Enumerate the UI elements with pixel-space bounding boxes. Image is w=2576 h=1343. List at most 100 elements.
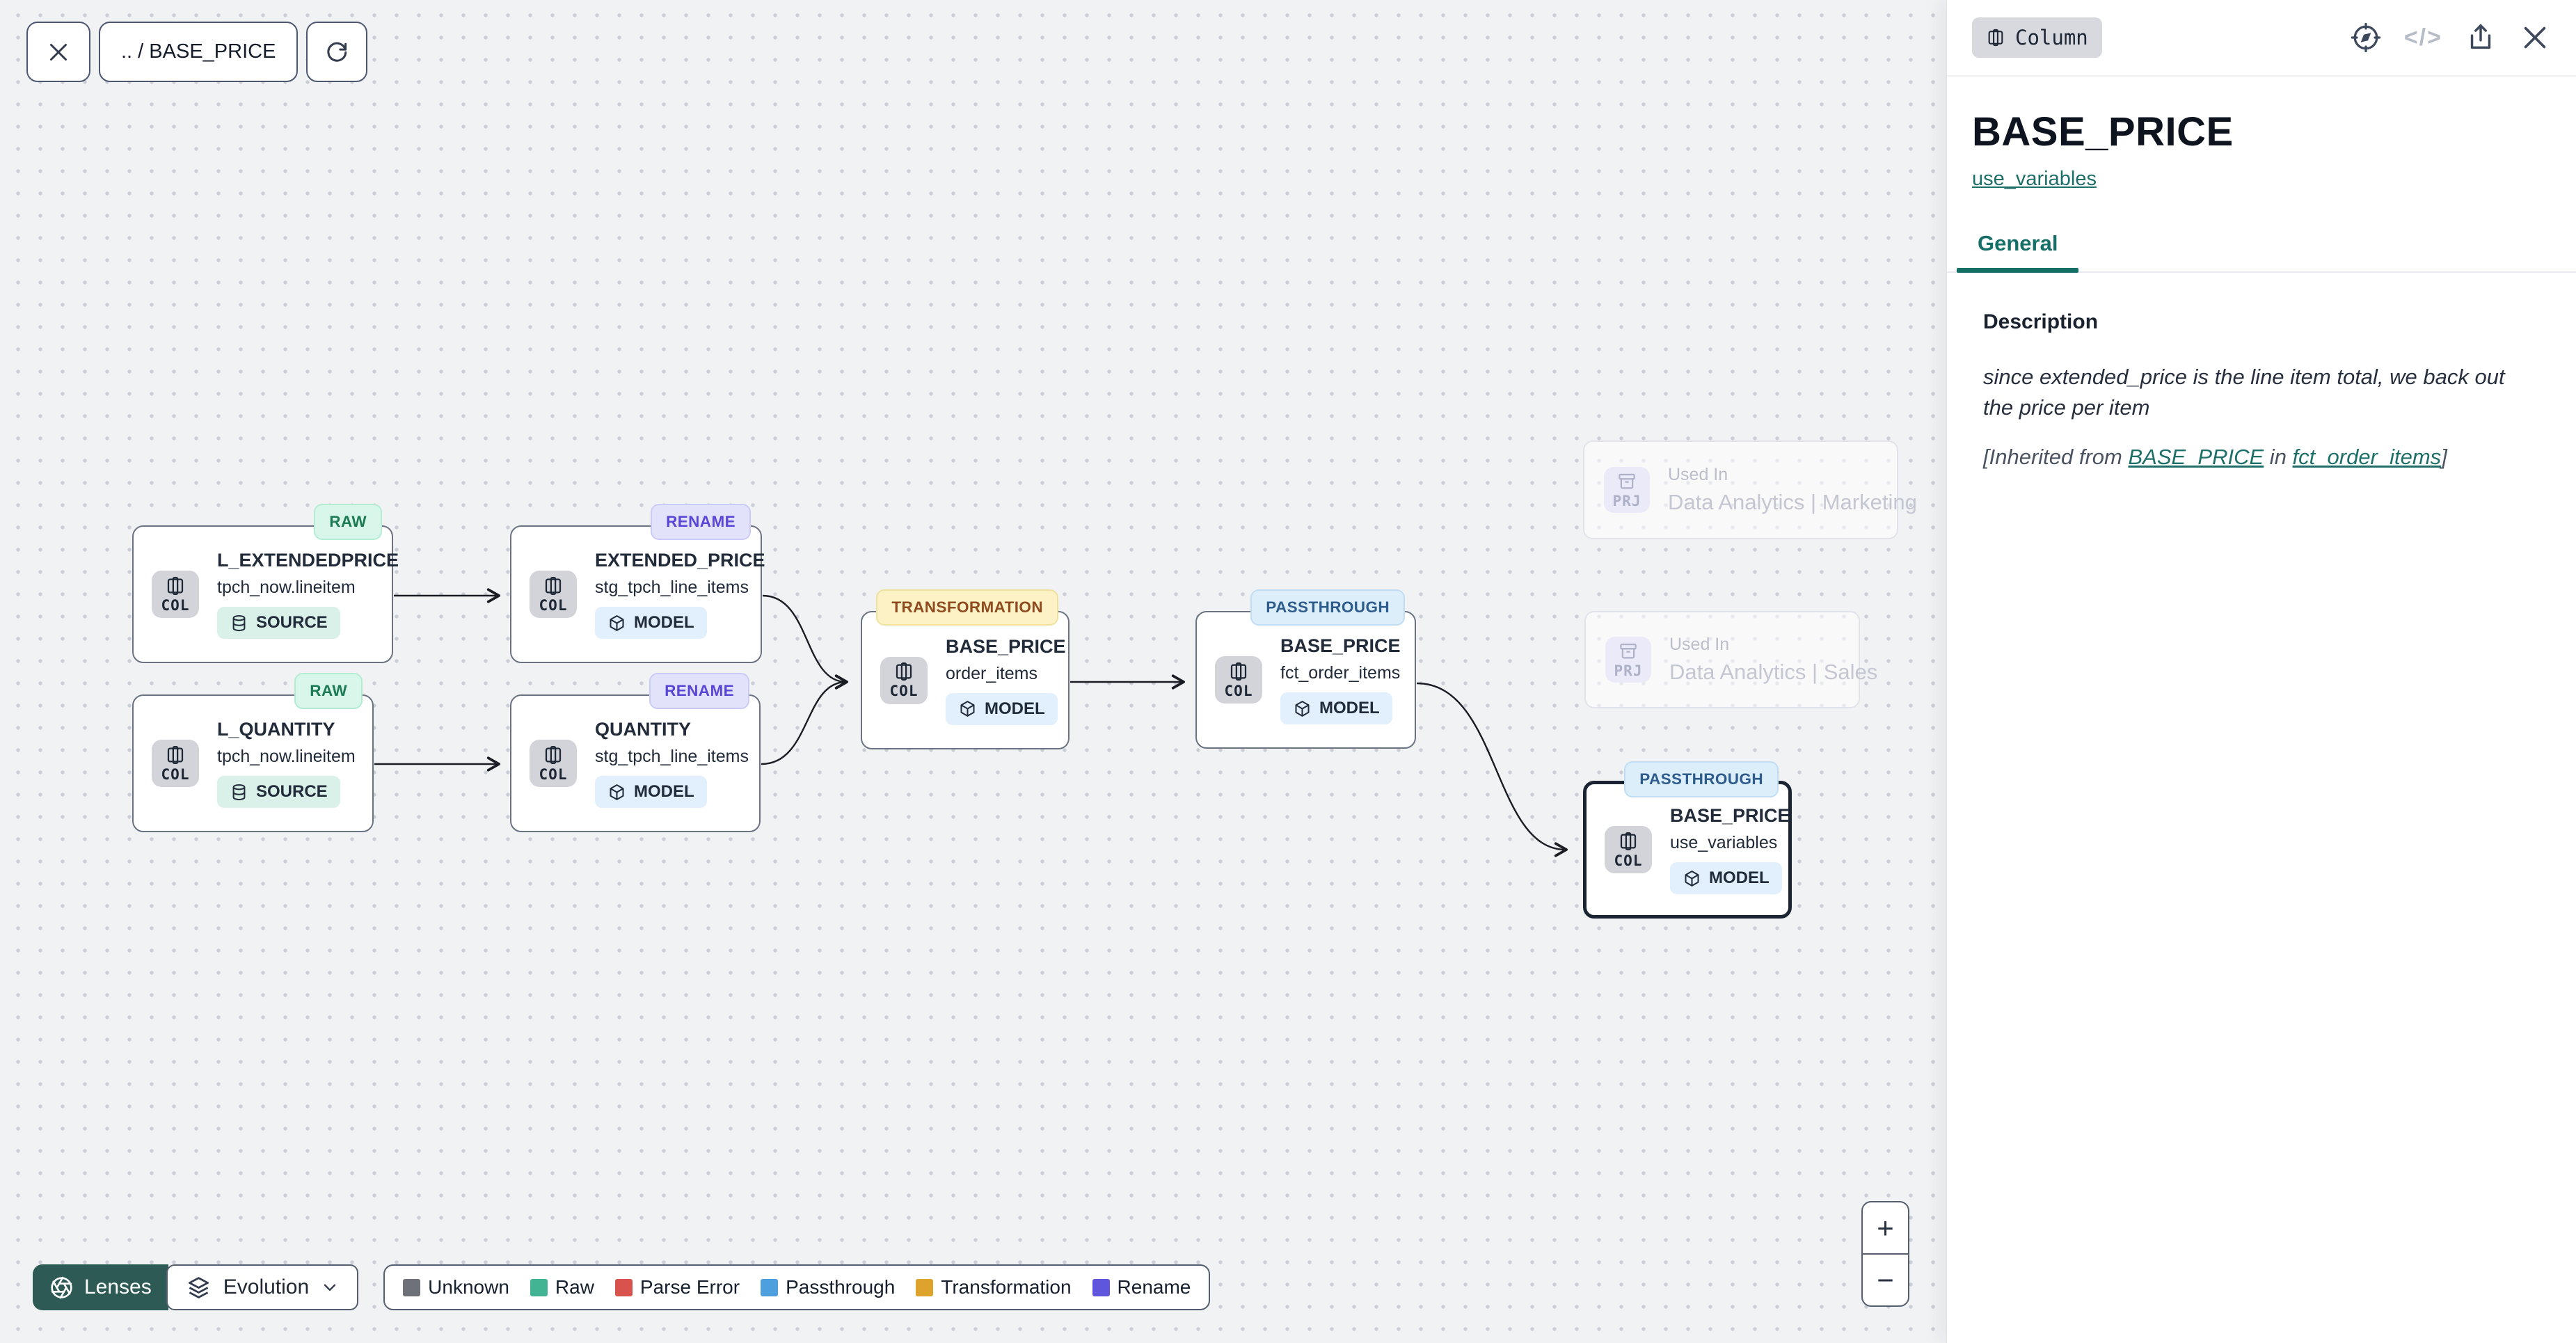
tag-label: MODEL [985, 699, 1045, 719]
explore-lineage-button[interactable] [2350, 22, 2382, 54]
database-icon [230, 783, 248, 802]
cube-icon [607, 783, 626, 802]
node-base-price-use-variables[interactable]: PASSTHROUGH COL BASE_PRICE use_variables… [1583, 781, 1792, 919]
cube-icon [1293, 699, 1312, 718]
node-title: EXTENDED_PRICE [595, 550, 765, 571]
legend-item: Parse Error [615, 1276, 740, 1298]
node-subtitle: order_items [946, 664, 1037, 684]
project-name: Data Analytics | Marketing [1668, 490, 1917, 515]
inherited-note: [Inherited from BASE_PRICE in fct_order_… [1983, 445, 2540, 470]
column-type-chip: COL [152, 740, 199, 787]
evolution-badge: PASSTHROUGH [1624, 761, 1779, 797]
lens-control: Lenses Evolution [33, 1264, 358, 1310]
database-icon [230, 614, 248, 633]
used-in-label: Used In [1668, 465, 1728, 485]
node-l-quantity[interactable]: RAW COL L_QUANTITY tpch_now.lineitem SOU… [132, 694, 374, 832]
column-type-chip: COL [152, 571, 199, 618]
legend-label: Raw [555, 1276, 594, 1298]
node-subtitle: use_variables [1670, 833, 1777, 853]
columns-icon [543, 575, 564, 596]
share-icon [2465, 22, 2497, 54]
legend-swatch [1092, 1279, 1110, 1296]
cube-icon [958, 699, 977, 718]
node-extended-price[interactable]: RENAME COL EXTENDED_PRICE stg_tpch_line_… [510, 525, 762, 663]
type-badge-label: Column [2015, 26, 2088, 49]
node-l-extendedprice[interactable]: RAW COL L_EXTENDEDPRICE tpch_now.lineite… [132, 525, 393, 663]
node-used-in-marketing[interactable]: PRJ Used In Data Analytics | Marketing [1583, 440, 1898, 539]
node-base-price-order-items[interactable]: TRANSFORMATION COL BASE_PRICE order_item… [861, 611, 1070, 749]
columns-icon [165, 745, 186, 765]
breadcrumb[interactable]: .. / BASE_PRICE [99, 22, 298, 82]
columns-icon [543, 745, 564, 765]
column-type-chip: COL [530, 740, 577, 787]
used-in-label: Used In [1669, 635, 1729, 655]
lenses-button[interactable]: Lenses [33, 1264, 168, 1310]
inherited-link-model[interactable]: fct_order_items [2293, 445, 2442, 469]
close-icon [2519, 22, 2551, 54]
details-panel: Column </> BASE_PRICE use_variables Gene… [1946, 0, 2576, 1343]
code-view-button[interactable]: </> [2404, 24, 2442, 51]
node-quantity[interactable]: RENAME COL QUANTITY stg_tpch_line_items … [510, 694, 761, 832]
node-title: L_QUANTITY [217, 719, 335, 740]
archive-icon [1618, 641, 1639, 662]
tag-label: SOURCE [256, 613, 328, 633]
lens-selector-dropdown[interactable]: Evolution [166, 1264, 358, 1310]
source-tag: SOURCE [217, 607, 340, 639]
close-panel-button[interactable] [2519, 22, 2551, 54]
panel-title-block: BASE_PRICE use_variables [1947, 77, 2576, 191]
inherited-middle: in [2264, 445, 2292, 469]
node-subtitle: tpch_now.lineitem [217, 747, 356, 767]
node-used-in-sales[interactable]: PRJ Used In Data Analytics | Sales [1584, 611, 1860, 708]
tag-label: MODEL [1319, 699, 1380, 718]
model-tag: MODEL [1280, 692, 1392, 724]
panel-header: Column </> [1947, 0, 2576, 77]
graph-toolbar: .. / BASE_PRICE [26, 22, 367, 82]
legend-swatch [916, 1279, 933, 1296]
evolution-badge: RAW [294, 673, 363, 709]
model-tag: MODEL [1670, 862, 1782, 894]
node-title: BASE_PRICE [946, 636, 1066, 658]
zoom-control: + − [1861, 1201, 1909, 1307]
model-tag: MODEL [946, 693, 1058, 725]
columns-icon [1618, 831, 1639, 852]
node-title: BASE_PRICE [1280, 635, 1401, 657]
archive-icon [1616, 471, 1637, 492]
zoom-in-button[interactable]: + [1863, 1202, 1908, 1255]
zoom-out-button[interactable]: − [1863, 1255, 1908, 1305]
columns-icon [1986, 28, 2005, 47]
panel-tabs: General [1947, 224, 2576, 273]
model-tag: MODEL [595, 607, 707, 639]
chip-label: COL [539, 597, 568, 614]
columns-icon [165, 575, 186, 596]
aperture-icon [49, 1276, 74, 1300]
chip-label: COL [890, 683, 919, 699]
close-lineage-button[interactable] [26, 22, 90, 82]
evolution-badge: RAW [314, 504, 382, 540]
legend-label: Transformation [941, 1276, 1071, 1298]
legend-item: Unknown [403, 1276, 509, 1298]
legend-swatch [761, 1279, 778, 1296]
chip-label: PRJ [1613, 493, 1641, 509]
close-icon [46, 40, 71, 65]
node-subtitle: stg_tpch_line_items [595, 578, 749, 598]
legend-item: Raw [530, 1276, 594, 1298]
chip-label: COL [1225, 683, 1253, 699]
evolution-badge: RENAME [649, 673, 749, 709]
lenses-label: Lenses [84, 1276, 152, 1299]
refresh-icon [324, 40, 349, 65]
node-base-price-fct-order-items[interactable]: PASSTHROUGH COL BASE_PRICE fct_order_ite… [1195, 611, 1416, 749]
node-subtitle: tpch_now.lineitem [217, 578, 356, 598]
column-type-chip: COL [1215, 656, 1262, 704]
lens-selected-label: Evolution [223, 1276, 309, 1299]
evolution-badge: PASSTHROUGH [1250, 589, 1405, 626]
column-type-chip: COL [880, 657, 928, 704]
columns-icon [893, 661, 914, 682]
refresh-button[interactable] [306, 22, 367, 82]
tab-general[interactable]: General [1957, 224, 2078, 271]
legend-label: Parse Error [640, 1276, 740, 1298]
share-button[interactable] [2465, 22, 2497, 54]
panel-title: BASE_PRICE [1972, 109, 2551, 155]
description-section: Description since extended_price is the … [1947, 310, 2576, 470]
inherited-link-column[interactable]: BASE_PRICE [2128, 445, 2264, 469]
model-link[interactable]: use_variables [1972, 168, 2097, 191]
